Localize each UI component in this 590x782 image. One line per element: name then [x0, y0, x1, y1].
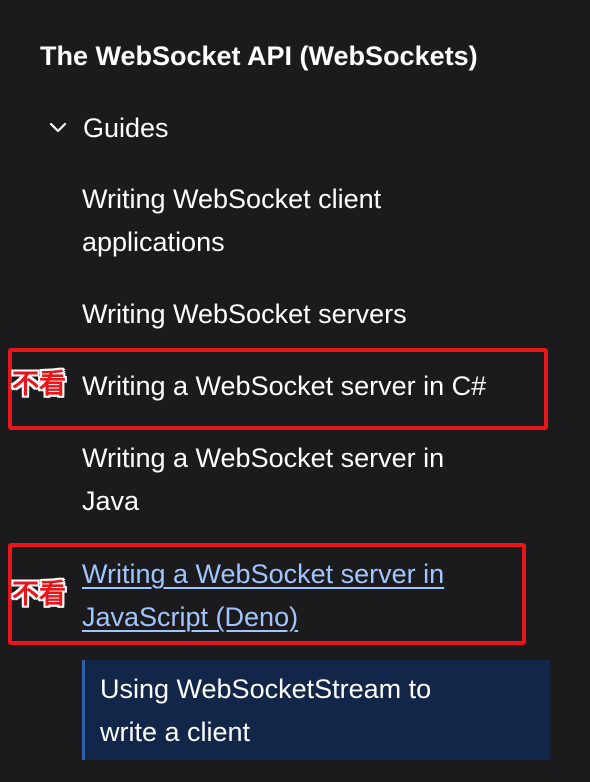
nav-item-label-line: write a client — [100, 717, 251, 747]
annotation-label-csharp: 不看 — [12, 369, 66, 400]
nav-item-label-line: Using WebSocketStream to — [100, 674, 432, 704]
chevron-down-icon — [49, 122, 67, 133]
nav-item-label-line: Writing a WebSocket server in — [82, 443, 445, 473]
nav-item-websocketstream-client[interactable]: Using WebSocketStream to write a client — [82, 660, 550, 760]
section-title[interactable]: The WebSocket API (WebSockets) — [40, 38, 478, 74]
annotation-box-javascript-deno — [8, 543, 526, 645]
nav-item-server-java[interactable]: Writing a WebSocket server in Java — [82, 437, 444, 523]
nav-item-label-line: Java — [82, 486, 140, 516]
nav-item-label-line: applications — [82, 227, 225, 257]
guides-group-label: Guides — [83, 113, 169, 143]
nav-item-label-line: Writing WebSocket client — [82, 184, 382, 214]
annotation-box-csharp — [8, 348, 548, 430]
nav-item-label-line: Writing WebSocket servers — [82, 299, 407, 329]
guides-group-toggle[interactable]: Guides — [48, 110, 169, 146]
annotation-label-javascript-deno: 不看 — [12, 579, 66, 610]
nav-item-writing-servers[interactable]: Writing WebSocket servers — [82, 293, 407, 336]
nav-item-writing-client-apps[interactable]: Writing WebSocket client applications — [82, 178, 381, 264]
